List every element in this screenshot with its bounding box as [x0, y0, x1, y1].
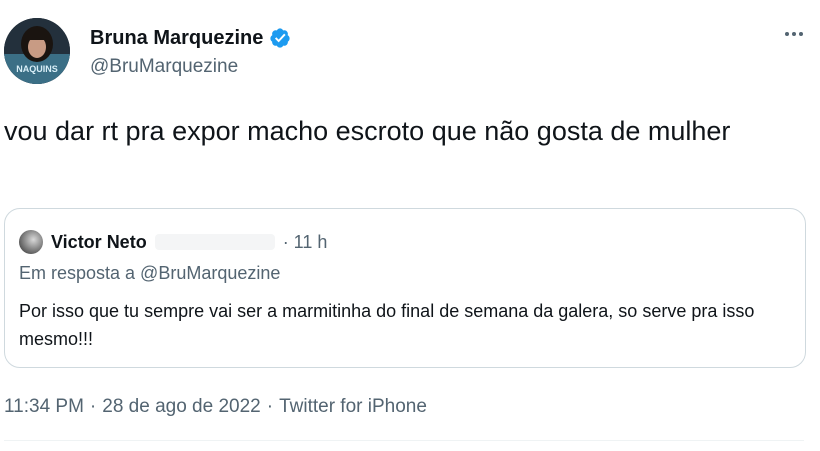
more-dot — [785, 32, 789, 36]
more-options-icon[interactable] — [780, 24, 808, 44]
meta-separator: · — [89, 396, 97, 417]
avatar-logo-text: NAQUINS — [16, 64, 58, 74]
tweet-card: NAQUINS Bruna Marquezine @BruMarquezine … — [0, 0, 820, 451]
quoted-author-name[interactable]: Victor Neto — [51, 232, 147, 253]
reply-context: Em resposta a @BruMarquezine — [19, 263, 281, 283]
profile-photo-icon: NAQUINS — [4, 18, 70, 84]
quoted-author-avatar[interactable] — [19, 230, 43, 254]
tweet-text: vou dar rt pra expor macho escroto que n… — [4, 116, 731, 146]
author-avatar[interactable]: NAQUINS — [4, 18, 70, 84]
quoted-tweet[interactable]: Victor Neto · 11 h Em resposta a @BruMar… — [4, 208, 806, 368]
tweet-time[interactable]: 11:34 PM — [4, 396, 84, 418]
meta-separator: · — [266, 396, 274, 417]
quoted-tweet-header: Victor Neto · 11 h — [19, 229, 327, 255]
quoted-author-handle-redacted — [154, 234, 275, 250]
author-handle[interactable]: @BruMarquezine — [90, 56, 291, 78]
tweet-date[interactable]: 28 de ago de 2022 — [102, 396, 261, 418]
author-display-name[interactable]: Bruna Marquezine — [90, 27, 263, 50]
author-info: Bruna Marquezine @BruMarquezine — [90, 24, 291, 78]
more-dot — [799, 32, 803, 36]
more-dot — [792, 32, 796, 36]
quoted-tweet-text: Por isso que tu sempre vai ser a marmiti… — [19, 301, 755, 349]
tweet-source[interactable]: Twitter for iPhone — [279, 396, 427, 418]
tweet-meta: 11:34 PM · 28 de ago de 2022 · Twitter f… — [4, 396, 427, 418]
verified-badge-icon — [270, 28, 290, 48]
display-name-row: Bruna Marquezine — [90, 24, 291, 52]
quoted-tweet-time[interactable]: · 11 h — [283, 232, 328, 253]
divider — [4, 440, 804, 441]
